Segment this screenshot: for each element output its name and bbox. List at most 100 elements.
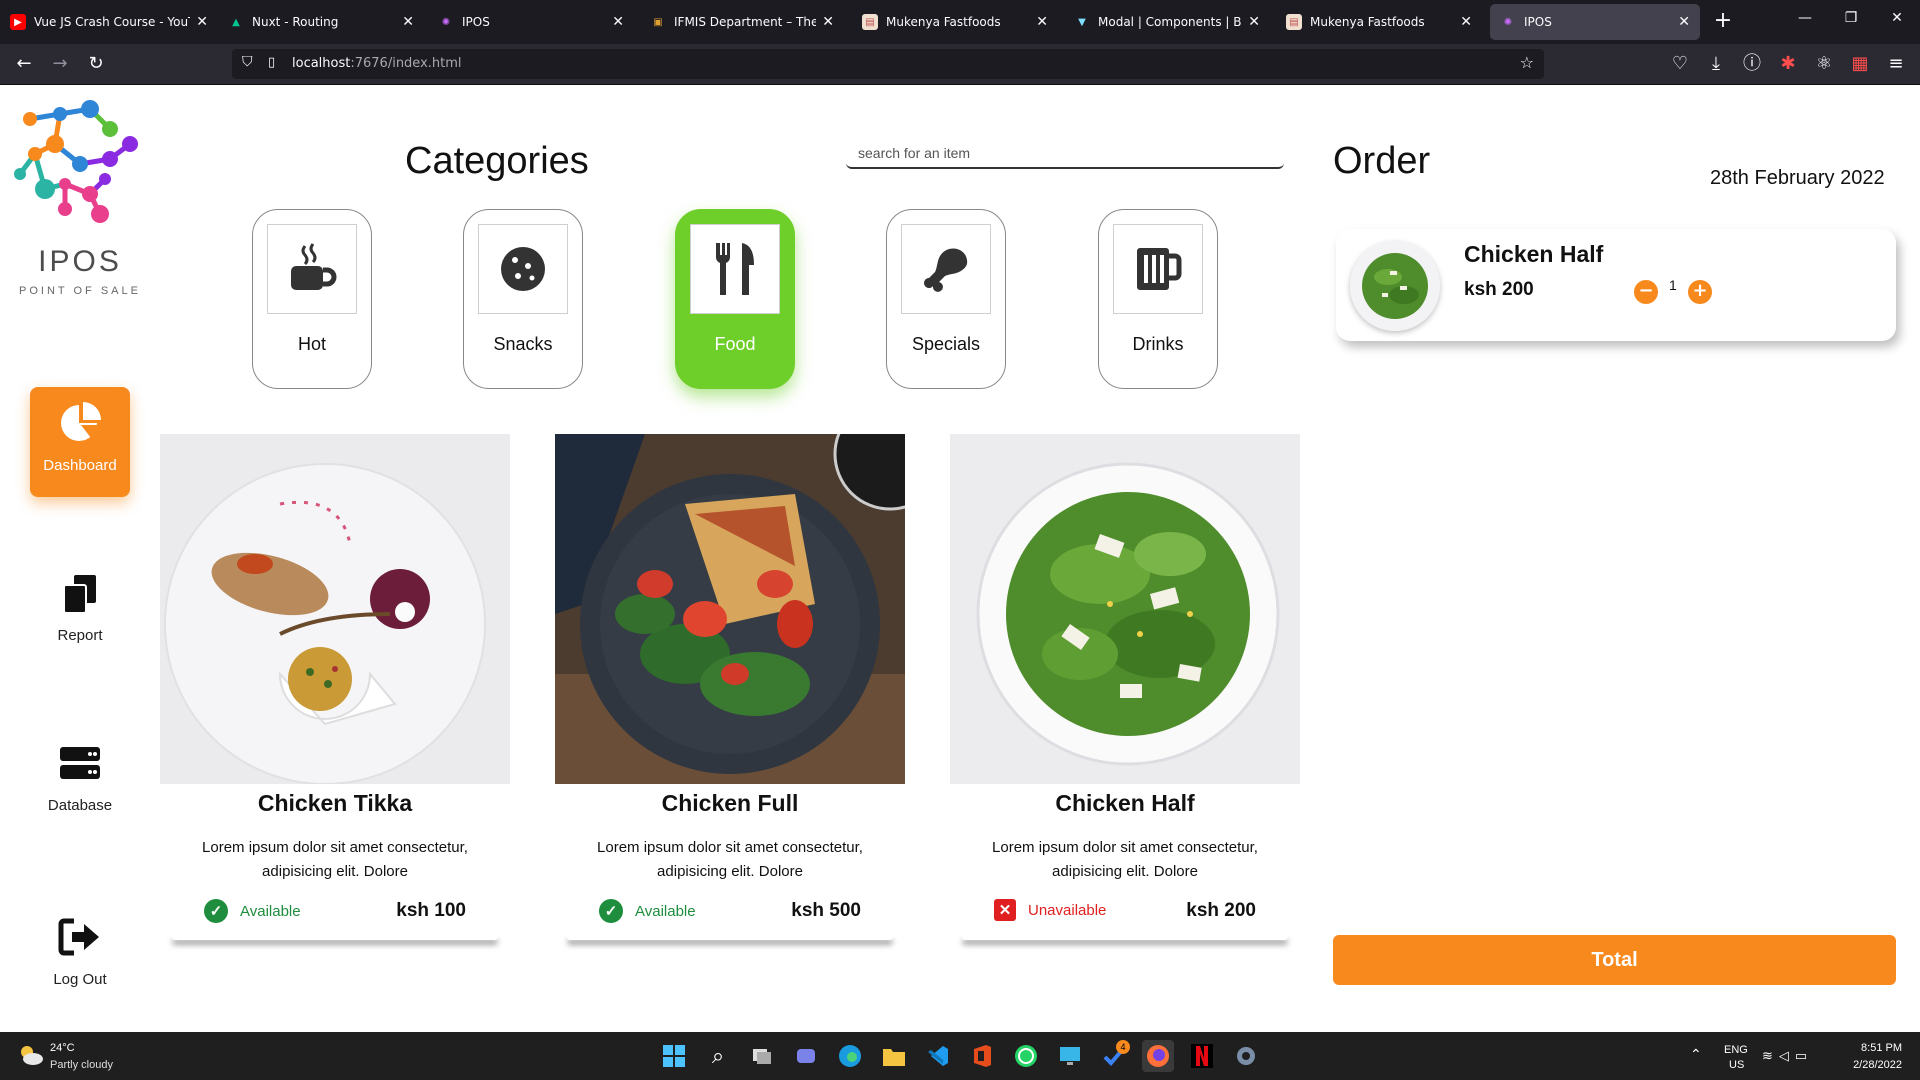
remote-desktop-icon[interactable] bbox=[1054, 1040, 1086, 1072]
wifi-icon[interactable]: ≋ bbox=[1762, 1048, 1779, 1063]
category-snacks[interactable]: Snacks bbox=[463, 209, 583, 389]
browser-tab[interactable]: ▤ Mukenya Fastfoods ✕ bbox=[1276, 4, 1482, 40]
input-region[interactable]: US bbox=[1729, 1059, 1744, 1071]
browser-tab-active[interactable]: ✺ IPOS ✕ bbox=[1490, 4, 1700, 40]
browser-tab[interactable]: ▶ Vue JS Crash Course - YouTube ✕ bbox=[0, 4, 218, 40]
weather-description[interactable]: Partly cloudy bbox=[50, 1059, 113, 1071]
reload-icon[interactable]: ↻ bbox=[84, 52, 108, 76]
search-input[interactable] bbox=[846, 139, 1284, 169]
product-description: Lorem ipsum dolor sit amet consectetur, … bbox=[202, 839, 468, 880]
brand-name: IPOS bbox=[38, 245, 122, 278]
partly-cloudy-icon[interactable] bbox=[18, 1044, 44, 1066]
sidebar-item-logout[interactable]: Log Out bbox=[30, 901, 130, 1011]
battery-icon[interactable]: ▭ bbox=[1795, 1048, 1813, 1063]
mukenya-icon: ▤ bbox=[862, 14, 878, 30]
product-photo[interactable] bbox=[950, 434, 1300, 784]
extension-icon[interactable]: ▦ bbox=[1848, 52, 1872, 76]
sidebar-item-report[interactable]: Report bbox=[30, 557, 130, 667]
pocket-icon[interactable]: ♡ bbox=[1668, 52, 1692, 76]
browser-tab-bar: ▶ Vue JS Crash Course - YouTube ✕ ▲ Nuxt… bbox=[0, 0, 1920, 44]
minimize-icon[interactable]: — bbox=[1790, 10, 1820, 26]
card-divider bbox=[962, 934, 1288, 940]
product-photo[interactable] bbox=[555, 434, 905, 784]
close-tab-icon[interactable]: ✕ bbox=[612, 14, 624, 30]
close-tab-icon[interactable]: ✕ bbox=[822, 14, 834, 30]
product-name: Chicken Full bbox=[661, 790, 799, 816]
close-tab-icon[interactable]: ✕ bbox=[1036, 14, 1048, 30]
bookmark-star-icon[interactable]: ☆ bbox=[1520, 53, 1534, 72]
browser-tab[interactable]: ✺ IPOS ✕ bbox=[428, 4, 634, 40]
close-tab-icon[interactable]: ✕ bbox=[1460, 14, 1472, 30]
status-text: Unavailable bbox=[1028, 901, 1107, 919]
browser-tab[interactable]: ▲ Nuxt - Routing ✕ bbox=[218, 4, 424, 40]
product-price: ksh 100 bbox=[396, 900, 466, 921]
category-hot[interactable]: Hot bbox=[252, 209, 372, 389]
close-tab-icon[interactable]: ✕ bbox=[1678, 14, 1690, 30]
increase-quantity-button[interactable]: + bbox=[1688, 280, 1712, 304]
forward-arrow-icon[interactable]: → bbox=[48, 52, 72, 76]
extension-icon[interactable]: ✱ bbox=[1776, 52, 1800, 76]
browser-tab[interactable]: ▼ Modal | Components | Bootstrap ✕ bbox=[1064, 4, 1270, 40]
sidebar-item-dashboard[interactable]: Dashboard bbox=[30, 387, 130, 497]
office-icon[interactable] bbox=[966, 1040, 998, 1072]
info-icon[interactable]: ⓘ bbox=[1740, 52, 1764, 76]
download-icon[interactable]: ⤓ bbox=[1704, 52, 1728, 76]
new-tab-button[interactable]: + bbox=[1710, 8, 1736, 34]
system-tray-icons[interactable]: ≋◁▭ bbox=[1762, 1048, 1813, 1064]
firefox-icon[interactable] bbox=[1142, 1040, 1174, 1072]
vscode-icon[interactable] bbox=[922, 1040, 954, 1072]
utensils-icon bbox=[715, 243, 754, 295]
category-drinks[interactable]: Drinks bbox=[1098, 209, 1218, 389]
shield-icon[interactable]: ⛉ bbox=[242, 54, 253, 70]
check-circle-icon: ✓ bbox=[204, 899, 228, 923]
netflix-icon[interactable] bbox=[1186, 1040, 1218, 1072]
tab-title: Mukenya Fastfoods bbox=[1310, 15, 1425, 29]
back-arrow-icon[interactable]: ← bbox=[12, 52, 36, 76]
restore-icon[interactable]: ❐ bbox=[1836, 10, 1866, 26]
copy-icon bbox=[63, 575, 96, 614]
total-button[interactable]: Total bbox=[1333, 935, 1896, 985]
categories-title: Categories bbox=[405, 140, 589, 182]
product-card-chicken-tikka[interactable]: Chicken Tikka Lorem ipsum dolor sit amet… bbox=[160, 434, 510, 941]
tab-title: IPOS bbox=[462, 15, 490, 29]
product-card-chicken-full[interactable]: Chicken Full Lorem ipsum dolor sit amet … bbox=[555, 434, 905, 941]
address-bar[interactable]: ⛉ ▯ localhost:7676/index.html ☆ bbox=[232, 49, 1544, 79]
input-language[interactable]: ENG bbox=[1724, 1044, 1748, 1056]
whatsapp-icon[interactable] bbox=[1010, 1040, 1042, 1072]
react-devtools-icon[interactable]: ⚛ bbox=[1812, 52, 1836, 76]
clock-time[interactable]: 8:51 PM bbox=[1861, 1042, 1902, 1054]
tab-title: Mukenya Fastfoods bbox=[886, 15, 1001, 29]
url-text[interactable]: localhost:7676/index.html bbox=[292, 56, 462, 71]
category-label: Snacks bbox=[493, 334, 553, 354]
file-explorer-icon[interactable] bbox=[878, 1040, 910, 1072]
close-tab-icon[interactable]: ✕ bbox=[1248, 14, 1260, 30]
product-price: ksh 500 bbox=[791, 900, 861, 921]
category-icon-box bbox=[267, 224, 357, 314]
search-icon[interactable]: ⌕ bbox=[702, 1040, 734, 1072]
close-tab-icon[interactable]: ✕ bbox=[402, 14, 414, 30]
clock-date[interactable]: 2/28/2022 bbox=[1853, 1059, 1902, 1071]
teams-chat-icon[interactable] bbox=[790, 1040, 822, 1072]
windows-start-icon[interactable] bbox=[658, 1040, 690, 1072]
tab-title: Modal | Components | Bootstrap bbox=[1098, 15, 1242, 29]
volume-icon[interactable]: ◁ bbox=[1779, 1048, 1795, 1063]
category-specials[interactable]: Specials bbox=[886, 209, 1006, 389]
settings-gear-icon[interactable] bbox=[1230, 1040, 1262, 1072]
task-view-icon[interactable] bbox=[746, 1040, 778, 1072]
cookie-icon bbox=[501, 247, 545, 291]
menu-icon[interactable]: ≡ bbox=[1884, 52, 1908, 76]
browser-tab[interactable]: ▤ Mukenya Fastfoods ✕ bbox=[852, 4, 1058, 40]
decrease-quantity-button[interactable]: − bbox=[1634, 280, 1658, 304]
show-hidden-icons-chevron-icon[interactable]: ⌃ bbox=[1690, 1046, 1702, 1063]
product-card-chicken-half[interactable]: Chicken Half Lorem ipsum dolor sit amet … bbox=[950, 434, 1300, 941]
edge-icon[interactable] bbox=[834, 1040, 866, 1072]
window-close-icon[interactable]: ✕ bbox=[1882, 10, 1912, 26]
browser-tab[interactable]: ▣ IFMIS Department – The National Treasu… bbox=[640, 4, 844, 40]
pie-chart-icon bbox=[61, 402, 101, 441]
close-tab-icon[interactable]: ✕ bbox=[196, 14, 208, 30]
product-photo[interactable] bbox=[160, 434, 510, 784]
category-food[interactable]: Food bbox=[675, 209, 795, 389]
sidebar-item-database[interactable]: Database bbox=[30, 727, 130, 837]
todo-icon[interactable]: 4 bbox=[1098, 1040, 1130, 1072]
weather-temperature[interactable]: 24°C bbox=[50, 1042, 75, 1054]
